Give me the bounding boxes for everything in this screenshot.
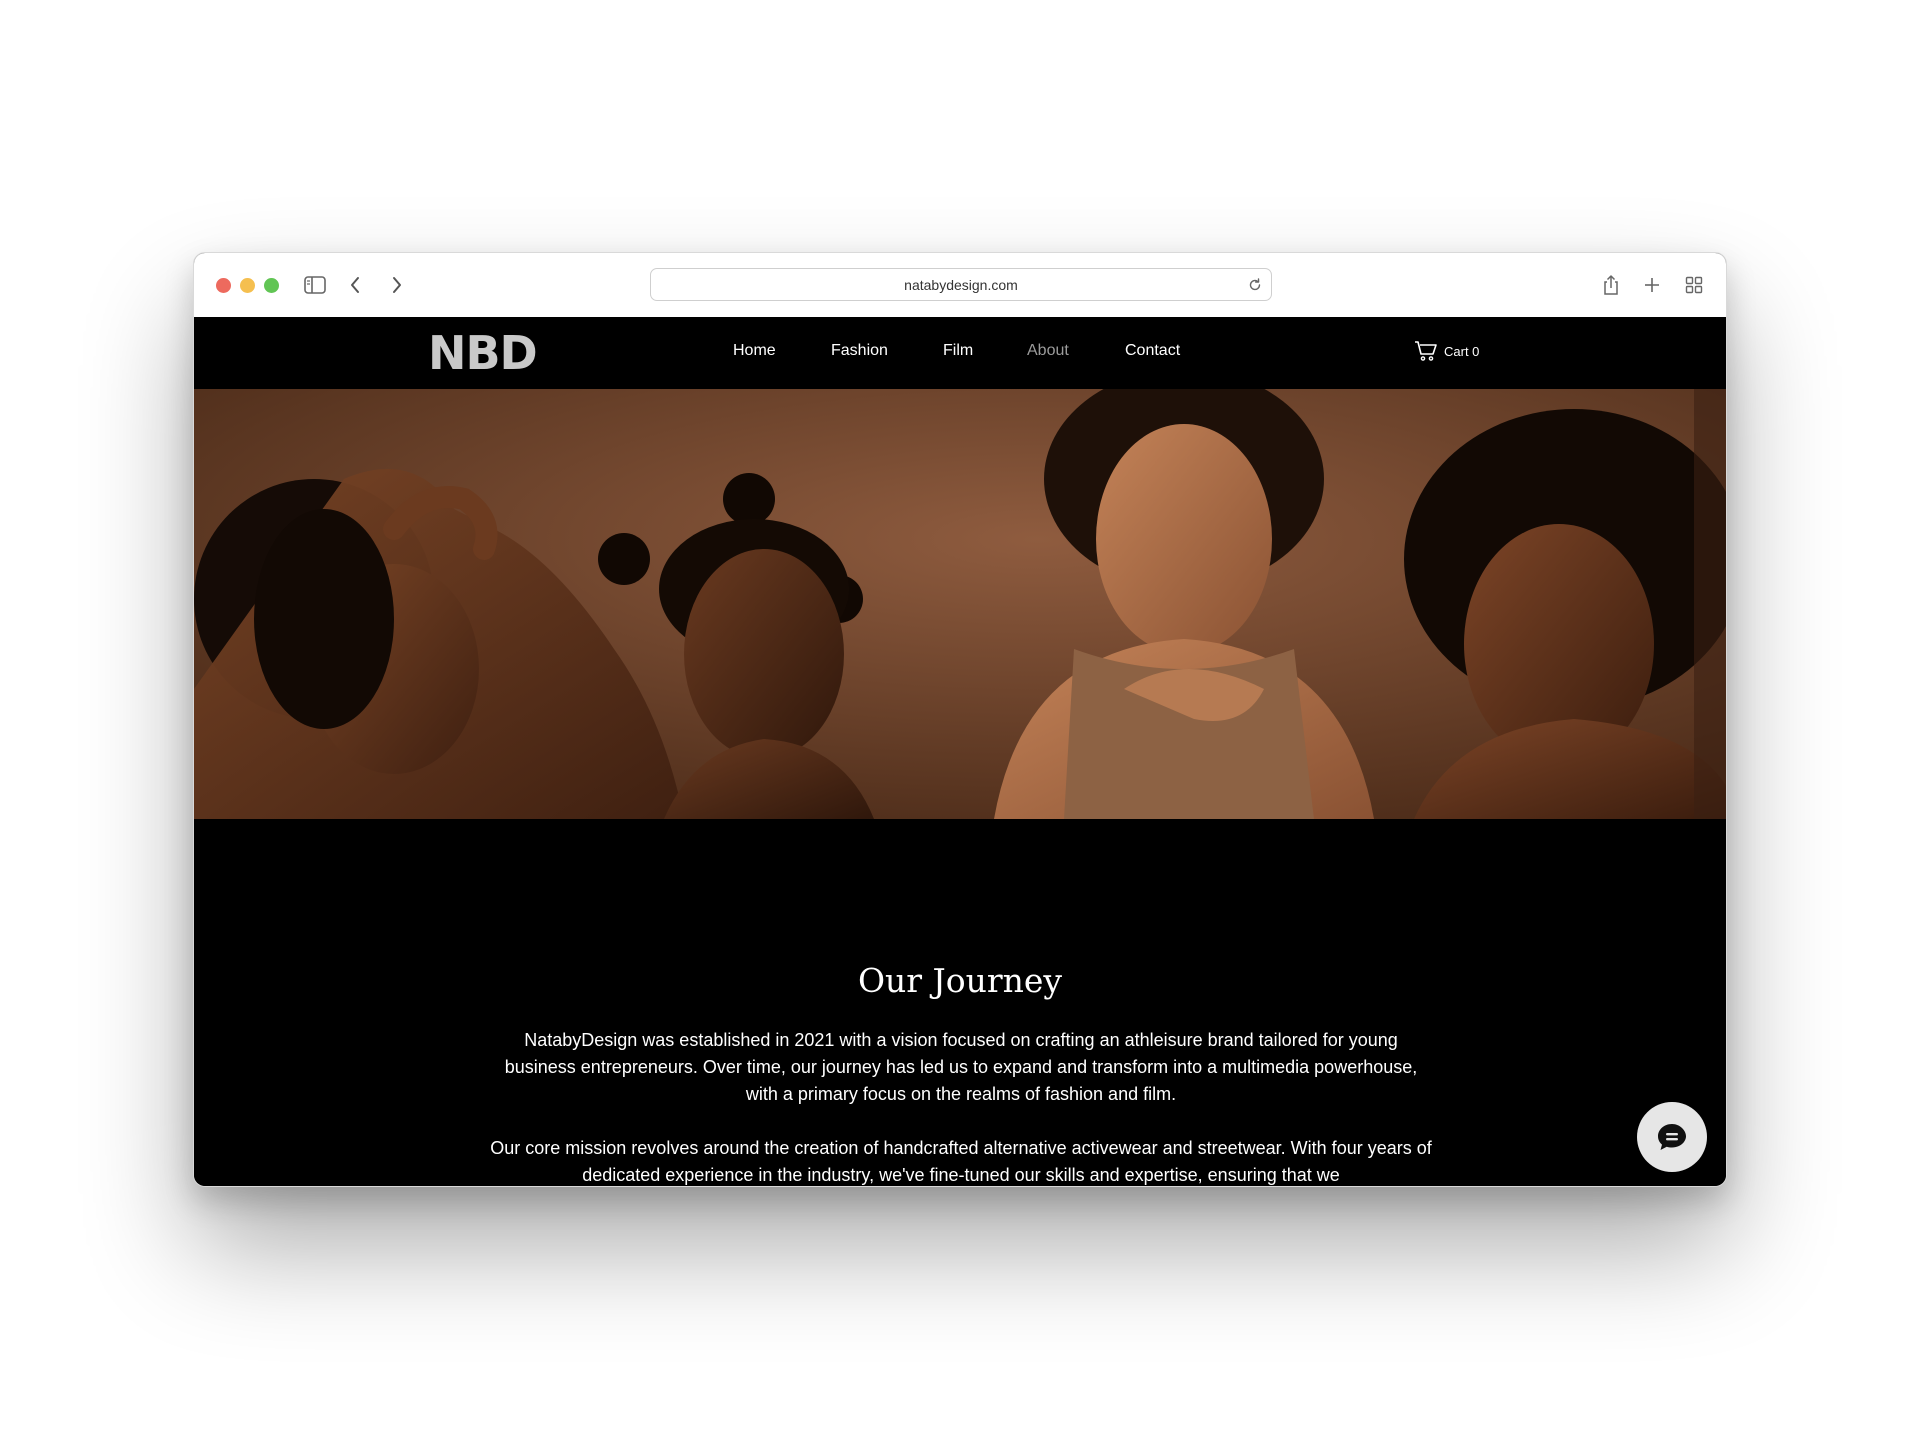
chat-icon [1658, 1124, 1686, 1150]
plus-icon[interactable] [1637, 270, 1667, 300]
chat-button[interactable] [1637, 1102, 1707, 1172]
site-header: NBD Home Fashion Film About Contact Cart… [194, 317, 1726, 389]
cart-icon [1415, 341, 1437, 361]
nav-film[interactable]: Film [943, 317, 973, 389]
nav-about[interactable]: About [1027, 317, 1069, 389]
screenshot-stage: natabydesign.com NBD Home Fashion Film A… [0, 0, 1920, 1440]
close-window-button[interactable] [216, 278, 231, 293]
chevron-left-icon[interactable] [340, 270, 370, 300]
address-bar[interactable]: natabydesign.com [650, 268, 1272, 301]
cart-button[interactable]: Cart 0 [1414, 337, 1479, 365]
section-heading: Our Journey [857, 961, 1063, 1000]
cart-label: Cart 0 [1444, 343, 1480, 359]
browser-toolbar: natabydesign.com [194, 253, 1726, 317]
sidebar-icon[interactable] [300, 270, 330, 300]
main-nav: Home Fashion Film About Contact [194, 317, 1726, 389]
url-text: natabydesign.com [904, 276, 1018, 293]
nav-fashion[interactable]: Fashion [831, 317, 888, 389]
hero-photo [194, 389, 1726, 819]
zoom-window-button[interactable] [264, 278, 279, 293]
reload-icon[interactable] [1245, 275, 1265, 295]
intro-paragraph: NatabyDesign was established in 2021 wit… [504, 1030, 1418, 1104]
minimize-window-button[interactable] [240, 278, 255, 293]
mission-paragraph: Our core mission revolves around the cre… [490, 1138, 1432, 1185]
tab-overview-icon[interactable] [1679, 270, 1709, 300]
share-icon[interactable] [1596, 270, 1626, 300]
nav-contact[interactable]: Contact [1125, 317, 1180, 389]
nav-home[interactable]: Home [733, 317, 776, 389]
chevron-right-icon[interactable] [382, 270, 412, 300]
browser-window: natabydesign.com NBD Home Fashion Film A… [193, 252, 1727, 1187]
about-section: Our Journey NatabyDesign was established… [194, 819, 1726, 1186]
